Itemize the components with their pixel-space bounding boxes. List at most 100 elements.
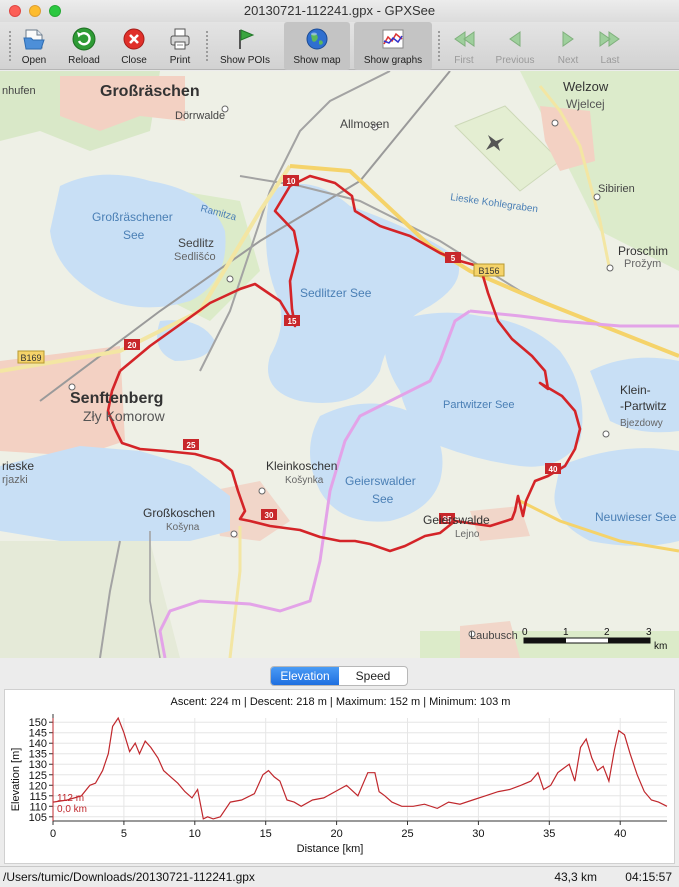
- forest-area: [420, 631, 679, 658]
- close-label: Close: [121, 55, 147, 66]
- place-dot: [230, 530, 238, 538]
- cursor-distance-label: 0,0 km: [57, 804, 87, 815]
- x-tick-label: 5: [121, 828, 127, 840]
- previous-button[interactable]: Previous: [492, 22, 538, 70]
- close-icon: [123, 28, 145, 50]
- y-tick-label: 150: [29, 717, 47, 729]
- place-label-grossraeschener-see: Großräschener: [92, 210, 173, 224]
- road-shield-b169: B169: [17, 350, 45, 364]
- svg-text:5: 5: [451, 254, 456, 263]
- status-file-path: /Users/tumic/Downloads/20130721-112241.g…: [3, 870, 255, 884]
- place-label-neuwieser-see: Neuwieser See: [595, 510, 677, 524]
- svg-text:2: 2: [604, 627, 610, 638]
- tab-elevation[interactable]: Elevation: [271, 667, 339, 685]
- x-tick-label: 15: [260, 828, 272, 840]
- place-label-zly-komorow: Zły Komorow: [83, 408, 166, 424]
- print-button[interactable]: Print: [160, 22, 200, 70]
- map-view[interactable]: 5 10 15 20 25 30 35 40 B169 B156 Großräs…: [0, 71, 679, 658]
- place-label-senftenberg: Senftenberg: [70, 390, 163, 407]
- close-button[interactable]: Close: [114, 22, 154, 70]
- last-button[interactable]: Last: [592, 22, 628, 70]
- place-label-prozym: Prožym: [624, 258, 661, 270]
- status-time: 04:15:57: [625, 870, 672, 884]
- reload-icon: [72, 27, 96, 51]
- next-button[interactable]: Next: [550, 22, 586, 70]
- place-label-partwitzer-see: Partwitzer See: [443, 399, 515, 411]
- reload-button[interactable]: Reload: [62, 22, 106, 70]
- svg-text:30: 30: [265, 511, 274, 520]
- svg-text:B169: B169: [20, 353, 41, 363]
- x-tick-label: 40: [614, 828, 626, 840]
- place-label-geierswalder-see-2: See: [372, 492, 394, 506]
- tab-speed[interactable]: Speed: [339, 667, 407, 685]
- last-icon: [599, 31, 620, 47]
- y-tick-label: 145: [29, 728, 47, 740]
- svg-text:3: 3: [646, 627, 652, 638]
- svg-text:10: 10: [287, 177, 296, 186]
- place-label-laubusch: Laubusch: [470, 630, 518, 642]
- place-label-bjezdowy: Bjezdowy: [620, 418, 663, 429]
- elevation-chart: 105110115120125130135140145150 0 5 10 15 20 25…: [10, 714, 668, 855]
- svg-text:40: 40: [549, 465, 558, 474]
- svg-text:km: km: [654, 641, 667, 652]
- place-label-klein-partwitz-2: -Partwitz: [620, 399, 667, 413]
- next-icon: [562, 31, 574, 47]
- x-tick-label: 20: [330, 828, 342, 840]
- place-label-geierswalder-see: Geierswalder: [345, 474, 416, 488]
- km-marker-5: 5: [445, 252, 461, 263]
- x-tick-label: 0: [50, 828, 56, 840]
- y-tick-label: 110: [29, 801, 47, 813]
- place-dot: [551, 119, 559, 127]
- show-graphs-label: Show graphs: [363, 55, 423, 66]
- place-label-sedlitzer-see: Sedlitzer See: [300, 286, 372, 300]
- place-label-allmosen: Allmosen: [340, 117, 389, 131]
- graph-tabs: Elevation Speed: [270, 666, 408, 686]
- place-label-wjelcej: Wjelcej: [566, 97, 605, 111]
- place-dot: [606, 264, 614, 272]
- place-label-geierswalde: Geierswalde: [423, 513, 490, 527]
- place-dot: [602, 430, 610, 438]
- y-tick-label: 140: [29, 738, 47, 750]
- window-zoom-button[interactable]: [49, 5, 61, 17]
- open-button[interactable]: Open: [14, 22, 54, 70]
- window-minimize-button[interactable]: [29, 5, 41, 17]
- y-tick-label: 105: [29, 812, 47, 824]
- last-label: Last: [600, 55, 620, 66]
- elevation-graph[interactable]: Ascent: 224 m | Descent: 218 m | Maximum…: [4, 689, 675, 864]
- first-button[interactable]: First: [446, 22, 482, 70]
- place-dot: [258, 487, 266, 495]
- show-pois-button[interactable]: Show POIs: [216, 22, 274, 70]
- place-label-welzow: Welzow: [563, 79, 609, 94]
- y-tick-label: 130: [29, 759, 47, 771]
- km-marker-20: 20: [124, 339, 140, 350]
- title-bar: 20130721-112241.gpx - GPXSee: [0, 0, 679, 22]
- show-pois-label: Show POIs: [219, 55, 271, 66]
- place-label-grossraeschener-see-2: See: [123, 228, 145, 242]
- globe-icon: [306, 28, 328, 50]
- x-tick-label: 10: [189, 828, 201, 840]
- place-label-rieske: rieske: [2, 459, 34, 473]
- window-close-button[interactable]: [9, 5, 21, 17]
- y-axis-label: Elevation [m]: [10, 748, 22, 812]
- status-distance: 43,3 km: [554, 870, 597, 884]
- tab-strip: Elevation Speed: [0, 658, 679, 688]
- km-marker-40: 40: [545, 463, 561, 474]
- km-marker-25: 25: [183, 439, 199, 450]
- open-label: Open: [21, 55, 47, 66]
- forest-area: [0, 541, 180, 658]
- toolbar-separator: [9, 31, 11, 61]
- open-file-icon: [23, 29, 45, 50]
- place-label-kleinkoschen: Kleinkoschen: [266, 459, 337, 473]
- place-label-proschim: Proschim: [618, 244, 668, 258]
- svg-text:B156: B156: [478, 266, 499, 276]
- next-label: Next: [557, 55, 579, 66]
- x-tick-label: 25: [401, 828, 413, 840]
- place-label-sedlitz: Sedlitz: [178, 236, 214, 250]
- show-map-button[interactable]: Show map: [284, 22, 350, 70]
- show-graphs-button[interactable]: Show graphs: [354, 22, 432, 70]
- km-marker-30: 30: [261, 509, 277, 520]
- road-shield-b156: B156: [473, 263, 505, 277]
- place-label-sedlisco: Sedlišćo: [174, 251, 216, 263]
- x-tick-label: 35: [543, 828, 555, 840]
- place-label-klein-partwitz: Klein-: [620, 383, 651, 397]
